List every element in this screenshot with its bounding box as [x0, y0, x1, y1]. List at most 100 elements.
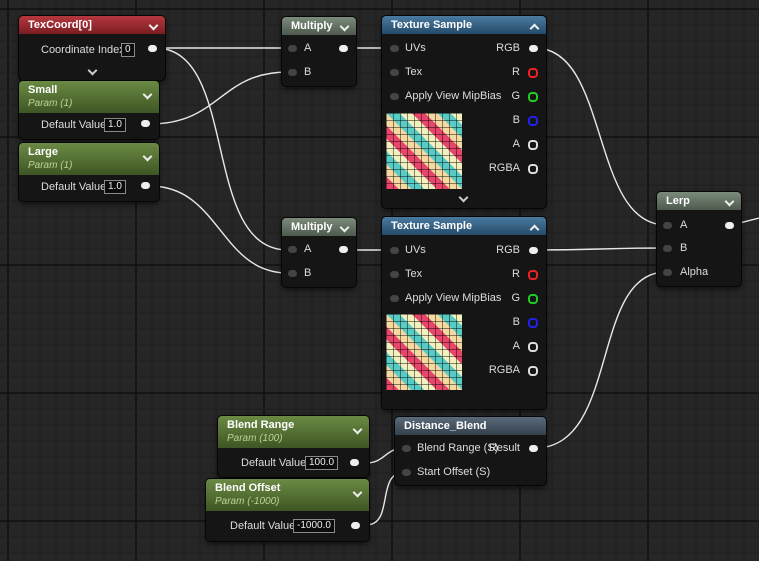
blend-offset-default-value-label: Default Value [230, 520, 296, 532]
collapse-chevron-icon[interactable] [529, 224, 540, 235]
collapse-chevron-icon[interactable] [339, 222, 350, 233]
texture-sample-2-rgba-pin[interactable] [528, 366, 538, 376]
texture-sample-2-r-pin[interactable] [528, 270, 538, 280]
lerp-input-a-label: A [680, 219, 688, 231]
small-default-value-field[interactable]: 1.0 [104, 118, 126, 132]
texture-sample-1-tex-label: Tex [405, 66, 423, 78]
multiply-1-input-a-pin[interactable] [288, 45, 297, 52]
large-param-header[interactable]: Large Param (1) [19, 143, 159, 175]
texcoord-header[interactable]: TexCoord[0] [19, 16, 165, 34]
distance-blend-node[interactable]: Distance_Blend Blend Range (S) Result St… [395, 417, 546, 485]
multiply-1-input-b-pin[interactable] [288, 69, 297, 76]
texture-sample-1-tex-pin[interactable] [390, 69, 399, 76]
texture-sample-1-r-pin[interactable] [528, 68, 538, 78]
texture-sample-2-rgb-pin[interactable] [529, 247, 538, 254]
large-output-pin[interactable] [141, 182, 150, 189]
texture-sample-2-mipbias-pin[interactable] [390, 295, 399, 302]
small-output-pin[interactable] [141, 120, 150, 127]
collapse-chevron-icon[interactable] [142, 151, 153, 162]
texture-sample-2-uvs-pin[interactable] [390, 247, 399, 254]
distance-blend-result-label: Result [488, 442, 520, 454]
large-param-node[interactable]: Large Param (1) Default Value 1.0 [19, 143, 159, 201]
multiply-1-output-pin[interactable] [339, 45, 348, 52]
texture-sample-1-b-pin[interactable] [528, 116, 538, 126]
collapse-chevron-icon[interactable] [339, 21, 350, 32]
small-param-node[interactable]: Small Param (1) Default Value 1.0 [19, 81, 159, 139]
blend-range-output-pin[interactable] [350, 459, 359, 466]
blend-offset-title: Blend Offset [215, 482, 281, 494]
small-param-header[interactable]: Small Param (1) [19, 81, 159, 113]
texcoord-output-pin[interactable] [148, 45, 157, 52]
blend-offset-default-value-field[interactable]: -1000.0 [293, 519, 335, 533]
lerp-title: Lerp [666, 195, 690, 207]
texture-sample-2-header[interactable]: Texture Sample [382, 217, 546, 235]
lerp-node[interactable]: Lerp A B Alpha [657, 192, 741, 286]
texture-sample-2-tex-label: Tex [405, 268, 423, 280]
texture-sample-2-r-label: R [512, 268, 520, 280]
texcoord-node[interactable]: TexCoord[0] Coordinate Index 0 [19, 16, 165, 80]
multiply-node-1[interactable]: Multiply A B [282, 17, 356, 86]
multiply-2-input-a-label: A [304, 243, 312, 255]
texture-sample-2-rgb-label: RGB [496, 244, 520, 256]
multiply-2-output-pin[interactable] [339, 246, 348, 253]
texture-sample-1-a-pin[interactable] [528, 140, 538, 150]
large-default-value-field[interactable]: 1.0 [104, 180, 126, 194]
collapse-chevron-icon[interactable] [352, 424, 363, 435]
blend-range-default-value-field[interactable]: 100.0 [305, 456, 339, 470]
texture-sample-1-rgb-pin[interactable] [529, 45, 538, 52]
distance-blend-result-pin[interactable] [529, 445, 538, 452]
texture-sample-1-g-pin[interactable] [528, 92, 538, 102]
blend-range-header[interactable]: Blend Range Param (100) [218, 416, 369, 448]
lerp-input-a-pin[interactable] [663, 222, 672, 229]
blend-range-default-value-label: Default Value [241, 457, 307, 469]
distance-blend-start-offset-pin[interactable] [402, 469, 411, 476]
texture-sample-2-a-pin[interactable] [528, 342, 538, 352]
lerp-input-alpha-pin[interactable] [663, 269, 672, 276]
texture-sample-1-g-label: G [511, 90, 520, 102]
large-param-subtitle: Param (1) [28, 160, 73, 171]
distance-blend-header[interactable]: Distance_Blend [395, 417, 546, 435]
texture-sample-node-2[interactable]: Texture Sample UVs Tex Apply View MipBia… [382, 217, 546, 409]
multiply-1-input-b-label: B [304, 66, 312, 78]
collapse-chevron-icon[interactable] [148, 20, 159, 31]
texcoord-title: TexCoord[0] [28, 19, 92, 31]
blend-offset-param-node[interactable]: Blend Offset Param (-1000) Default Value… [206, 479, 369, 541]
texture-sample-node-1[interactable]: Texture Sample UVs Tex Apply View MipBia… [382, 16, 546, 208]
texture-sample-2-title: Texture Sample [391, 220, 473, 232]
lerp-input-b-label: B [680, 242, 688, 254]
collapse-chevron-icon[interactable] [529, 23, 540, 34]
collapse-chevron-icon[interactable] [142, 89, 153, 100]
texture-sample-2-mipbias-label: Apply View MipBias [405, 292, 502, 304]
multiply-1-header[interactable]: Multiply [282, 17, 356, 35]
multiply-2-input-a-pin[interactable] [288, 246, 297, 253]
blend-offset-output-pin[interactable] [351, 522, 360, 529]
multiply-2-header[interactable]: Multiply [282, 218, 356, 236]
texture-sample-1-uvs-pin[interactable] [390, 45, 399, 52]
blend-range-param-node[interactable]: Blend Range Param (100) Default Value 10… [218, 416, 369, 477]
distance-blend-range-pin[interactable] [402, 445, 411, 452]
texture-sample-1-header[interactable]: Texture Sample [382, 16, 546, 34]
expand-chevron-icon[interactable] [87, 65, 98, 76]
texture-sample-2-g-pin[interactable] [528, 294, 538, 304]
blend-offset-header[interactable]: Blend Offset Param (-1000) [206, 479, 369, 511]
texture-sample-1-mipbias-label: Apply View MipBias [405, 90, 502, 102]
lerp-output-pin[interactable] [725, 222, 734, 229]
expand-chevron-icon[interactable] [458, 192, 469, 203]
texture-sample-2-rgba-label: RGBA [488, 364, 520, 376]
lerp-input-alpha-label: Alpha [680, 266, 709, 278]
multiply-2-title: Multiply [291, 221, 333, 233]
texture-sample-1-rgba-pin[interactable] [528, 164, 538, 174]
multiply-node-2[interactable]: Multiply A B [282, 218, 356, 287]
texture-sample-2-tex-pin[interactable] [390, 271, 399, 278]
texture-sample-1-mipbias-pin[interactable] [390, 93, 399, 100]
texture-sample-1-uvs-label: UVs [405, 42, 426, 54]
texture-sample-2-b-label: B [512, 316, 520, 328]
lerp-input-b-pin[interactable] [663, 245, 672, 252]
collapse-chevron-icon[interactable] [724, 196, 735, 207]
small-default-value-label: Default Value [41, 119, 107, 131]
lerp-header[interactable]: Lerp [657, 192, 741, 210]
collapse-chevron-icon[interactable] [352, 487, 363, 498]
texture-sample-2-b-pin[interactable] [528, 318, 538, 328]
multiply-2-input-b-pin[interactable] [288, 270, 297, 277]
coordinate-index-value[interactable]: 0 [121, 43, 135, 57]
